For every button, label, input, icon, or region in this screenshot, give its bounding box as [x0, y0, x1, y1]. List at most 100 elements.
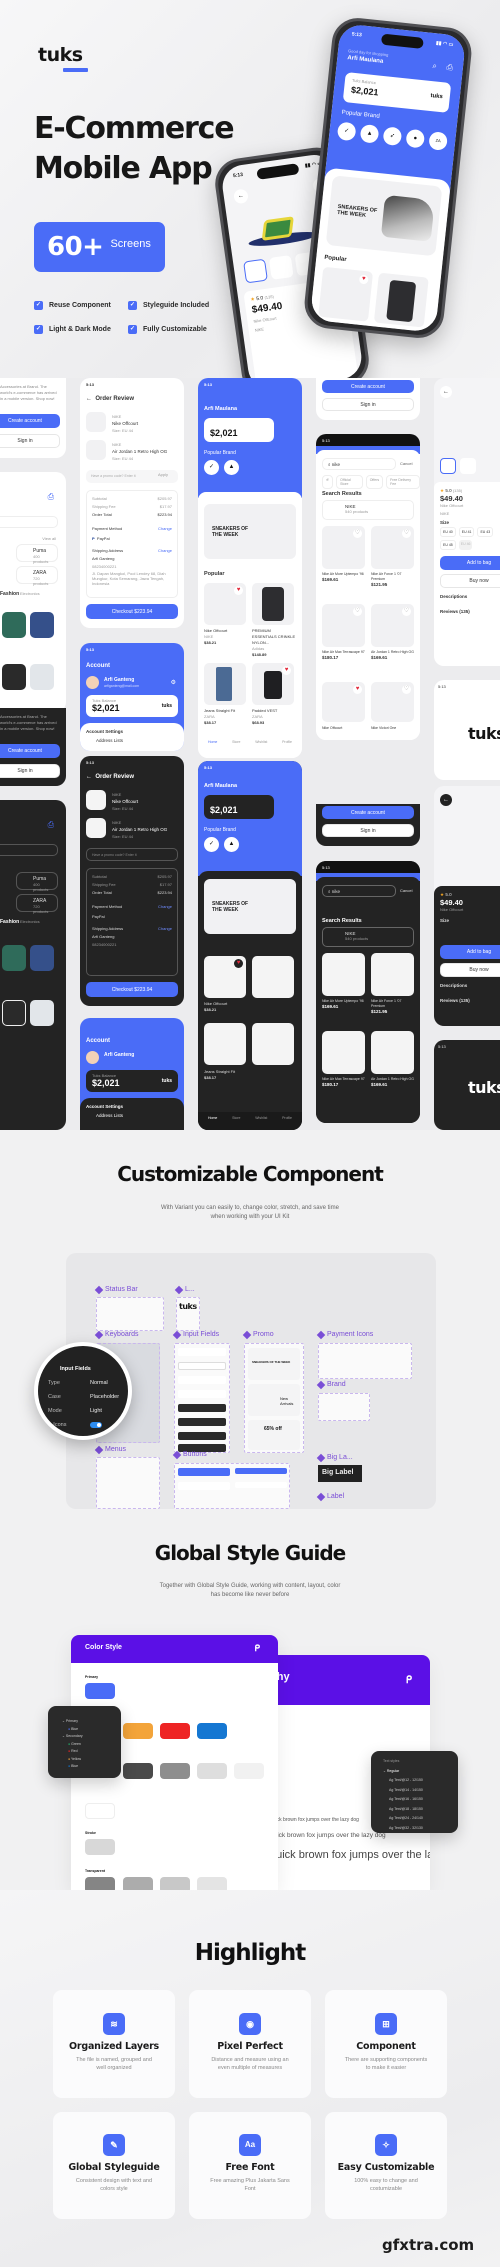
search-input[interactable]: [0, 844, 58, 856]
promo-frame: SNEAKERS OF THE WEEK New Arrivals 65% of…: [244, 1343, 304, 1453]
sign-in-button[interactable]: Sign in: [0, 434, 60, 448]
product-card[interactable]: ♥: [322, 682, 365, 722]
avatar[interactable]: [86, 676, 99, 689]
product-card[interactable]: ♡: [322, 526, 365, 569]
bottom-nav: Home Store Wishlist Profile: [198, 736, 302, 758]
sign-in-button[interactable]: Sign in: [0, 764, 60, 778]
signup-screen-dark: Create account Sign in: [316, 804, 420, 846]
swatch-primary: [85, 1683, 115, 1699]
feature-item: ✓ Styleguide Included: [128, 301, 210, 310]
paypal-icon: P: [92, 536, 95, 541]
bag-icon[interactable]: ⎙: [48, 492, 54, 502]
back-icon[interactable]: ←: [86, 774, 92, 780]
screens-badge: 60+ Screens: [34, 222, 165, 272]
target-icon: ◉: [239, 2013, 261, 2035]
bag-icon[interactable]: ⎙: [48, 820, 54, 830]
fashion-image: [2, 612, 26, 638]
thumbnail[interactable]: [440, 458, 456, 474]
check-icon: ✓: [128, 325, 137, 334]
has-icons-toggle[interactable]: [90, 1422, 102, 1428]
checkout-button[interactable]: Checkout $223.94: [86, 982, 178, 997]
hero-section: tuks E-Commerce Mobile App 60+ Screens ✓…: [0, 0, 500, 378]
thumbnail[interactable]: [243, 258, 268, 284]
splash-screen-dark: 5:13 tuks: [434, 1040, 500, 1130]
balance-card: $2,021: [204, 418, 274, 442]
search-input[interactable]: ⌕ nike: [322, 458, 396, 470]
order-item-image: [86, 440, 106, 460]
product-card[interactable]: ♥: [318, 266, 374, 322]
home-screen-dark: 5:13 Arfi Maulana $2,021 Popular Brand ✓…: [198, 761, 302, 1130]
tab-fashion[interactable]: Fashion: [0, 591, 19, 597]
brand-card[interactable]: Puma 400 products: [16, 544, 58, 564]
brand-card[interactable]: ZARA 720 products: [16, 566, 58, 586]
apply-button[interactable]: Apply: [158, 472, 168, 477]
promo-banner[interactable]: SNEAKERS OF THE WEEK: [204, 504, 296, 559]
mode-dropdown[interactable]: Light: [90, 1408, 102, 1414]
thumbnail[interactable]: [268, 255, 294, 280]
search-input[interactable]: ⌕ nike: [322, 885, 396, 897]
brand-card[interactable]: ZARA 720 products: [16, 894, 58, 914]
brush-icon: ✎: [103, 2134, 125, 2156]
nav-profile[interactable]: Profile: [282, 740, 292, 754]
detail-screen: ← ★ 5.0 (135) $49.40 Nike Offcourt NIKE …: [434, 378, 500, 666]
splash-screen: 5:13 tuks: [434, 680, 500, 780]
settings-icon[interactable]: ⚙: [171, 679, 176, 686]
brand-adidas[interactable]: ▲: [224, 460, 239, 475]
search-input[interactable]: [0, 516, 58, 528]
promo-banner[interactable]: SNEAKERS OF THE WEEK: [204, 879, 296, 934]
nav-store[interactable]: Store: [232, 740, 240, 754]
product-card[interactable]: [252, 1023, 294, 1065]
account-screen: 5:13 Account Arfi Ganteng arfiganteng@ma…: [80, 643, 184, 751]
sign-in-button[interactable]: Sign in: [322, 398, 414, 411]
product-card[interactable]: [252, 583, 294, 625]
create-account-button[interactable]: Create account: [0, 744, 60, 758]
cancel-button[interactable]: Cancel: [400, 461, 412, 466]
product-card[interactable]: ♡: [371, 682, 414, 722]
product-card[interactable]: ♡: [322, 604, 365, 647]
product-card[interactable]: ♥: [204, 583, 246, 625]
back-icon[interactable]: ←: [233, 188, 249, 205]
back-icon[interactable]: ←: [440, 386, 452, 398]
signup-screen: Create account Sign in: [316, 378, 420, 420]
create-account-button[interactable]: Create account: [322, 380, 414, 393]
nav-wishlist[interactable]: Wishlist: [255, 740, 267, 754]
style-guide-subtitle: Together with Global Style Guide, workin…: [159, 1583, 341, 1598]
product-card[interactable]: ♥: [204, 956, 246, 998]
promo-banner[interactable]: SNEAKERS OF THE WEEK: [325, 175, 443, 257]
thumbnail[interactable]: [460, 458, 476, 474]
brand-card[interactable]: Puma 400 products: [16, 872, 58, 892]
product-card[interactable]: ♡: [371, 526, 414, 569]
checkout-button[interactable]: Checkout $223.94: [86, 604, 178, 619]
address-lists-item[interactable]: Address Lists: [86, 738, 178, 743]
change-payment-link[interactable]: Change: [158, 525, 172, 533]
brand-nike[interactable]: ✓: [204, 460, 219, 475]
phone-mockup-home: 5:13 ▮▮ ◠ ▭ Good day for shopping Arfi Ma…: [302, 15, 474, 341]
back-icon[interactable]: ←: [86, 396, 92, 402]
product-card[interactable]: ♥: [252, 663, 294, 705]
product-card[interactable]: [252, 956, 294, 998]
bag-icon[interactable]: ⎙: [446, 63, 453, 74]
add-to-bag-button[interactable]: Add to bag: [440, 556, 500, 570]
product-card[interactable]: [373, 272, 429, 328]
filter-icon[interactable]: ⚟: [322, 475, 334, 489]
case-dropdown[interactable]: Placeholder: [90, 1394, 119, 1400]
onboarding-screen: Accessories at Brand. The world's e-comm…: [0, 378, 66, 458]
tab-fashion[interactable]: Fashion: [0, 919, 19, 925]
type-dropdown[interactable]: Normal: [90, 1380, 108, 1386]
product-card[interactable]: [204, 1023, 246, 1065]
nav-home[interactable]: Home: [208, 740, 217, 754]
properties-panel-magnifier: Input Fields Type Normal Case Placeholde…: [34, 1342, 132, 1440]
balance-card: Tuks Balance $2,021 tuks: [86, 1070, 178, 1092]
brand-result[interactable]: NIKE 540 products: [322, 500, 414, 520]
buy-now-button[interactable]: Buy now: [440, 574, 500, 588]
product-card[interactable]: [204, 663, 246, 705]
store-screen: ⎙ View all Puma 400 products ZARA 720 prod…: [0, 472, 66, 712]
logo-underline: [63, 68, 88, 72]
status-bar-frame: [96, 1297, 164, 1331]
avatar[interactable]: [86, 1051, 99, 1064]
coupon-input[interactable]: Have a promo code? Enter it: [86, 848, 178, 861]
product-card[interactable]: ♡: [371, 604, 414, 647]
create-account-button[interactable]: Create account: [0, 414, 60, 428]
tab-electronics[interactable]: Electronics: [20, 919, 40, 924]
tab-electronics[interactable]: Electronics: [20, 591, 40, 596]
